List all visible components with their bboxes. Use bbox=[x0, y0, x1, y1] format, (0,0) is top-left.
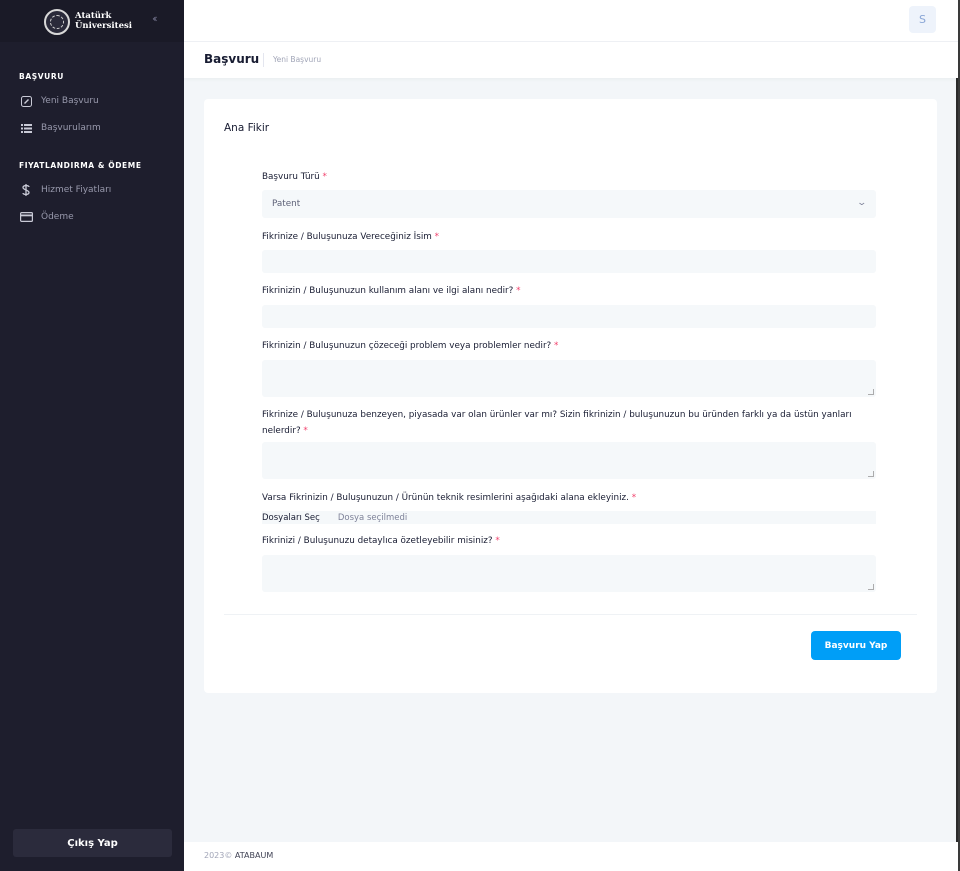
submit-application-button[interactable]: Başvuru Yap bbox=[811, 631, 901, 660]
list-icon bbox=[19, 122, 33, 134]
collapse-sidebar-icon[interactable]: ‹‹ bbox=[152, 12, 158, 25]
chevron-down-icon: ⌄ bbox=[856, 198, 868, 208]
file-status: Dosya seçilmedi bbox=[337, 512, 408, 523]
sidebar-item-basvurularim[interactable]: Başvurularım bbox=[19, 122, 101, 134]
summary-label: Fikrinizi / Buluşunuzu detaylıca özetley… bbox=[262, 536, 500, 546]
logout-button[interactable]: Çıkış Yap bbox=[13, 829, 172, 857]
sidebar-item-yeni-basvuru[interactable]: Yeni Başvuru bbox=[19, 95, 99, 107]
brand-name: Atatürk Üniversitesi bbox=[75, 11, 133, 31]
similar-products-textarea[interactable] bbox=[262, 442, 876, 479]
price-tag-icon bbox=[19, 184, 33, 196]
application-type-select[interactable]: Patent ⌄ bbox=[262, 190, 876, 218]
problem-label: Fikrinizin / Buluşunuzun çözeceği proble… bbox=[262, 341, 559, 351]
sidebar-item-odeme[interactable]: Ödeme bbox=[19, 211, 74, 223]
user-avatar[interactable]: S bbox=[909, 6, 936, 33]
card-title: Ana Fikir bbox=[224, 122, 270, 134]
breadcrumb: Başvuru Yeni Başvuru bbox=[184, 42, 958, 78]
sidebar: Atatürk Üniversitesi ‹‹ BAŞVURU Yeni Baş… bbox=[0, 0, 184, 871]
page-title: Başvuru bbox=[204, 52, 260, 66]
problem-textarea[interactable] bbox=[262, 360, 876, 397]
footer-link[interactable]: ATABAUM bbox=[235, 851, 273, 860]
usage-area-input[interactable] bbox=[262, 305, 876, 328]
breadcrumb-separator bbox=[263, 53, 264, 67]
credit-card-icon bbox=[19, 211, 33, 223]
brand[interactable]: Atatürk Üniversitesi ‹‹ bbox=[0, 0, 184, 42]
card-divider bbox=[224, 614, 917, 615]
application-form-card: Ana Fikir Başvuru Türü * Patent ⌄ Fikrin… bbox=[204, 99, 937, 693]
choose-files-button[interactable]: Dosyaları Seç bbox=[262, 513, 338, 523]
footer: 2023© ATABAUM bbox=[184, 842, 958, 871]
sidebar-section-fiyatlandirma: FIYATLANDIRMA & ÖDEME bbox=[19, 161, 142, 170]
application-type-label: Başvuru Türü * bbox=[262, 172, 327, 182]
app-frame: Atatürk Üniversitesi ‹‹ BAŞVURU Yeni Baş… bbox=[0, 0, 958, 871]
usage-area-label: Fikrinizin / Buluşunuzun kullanım alanı … bbox=[262, 286, 521, 296]
idea-name-input[interactable] bbox=[262, 250, 876, 273]
idea-name-label: Fikrinize / Buluşunuza Vereceğiniz İsim … bbox=[262, 232, 440, 242]
university-logo-icon bbox=[44, 9, 70, 35]
top-header: S bbox=[184, 0, 958, 42]
footer-copyright: 2023© ATABAUM bbox=[204, 851, 274, 860]
summary-textarea[interactable] bbox=[262, 555, 876, 592]
technical-images-label: Varsa Fikrinizin / Buluşunuzun / Ürünün … bbox=[262, 493, 637, 503]
file-upload-input[interactable]: Dosyaları Seç Dosya seçilmedi bbox=[262, 511, 876, 524]
sidebar-section-basvuru: BAŞVURU bbox=[19, 72, 64, 81]
breadcrumb-current: Yeni Başvuru bbox=[273, 55, 322, 64]
resize-handle-icon[interactable] bbox=[868, 471, 874, 477]
new-doc-icon bbox=[19, 95, 33, 107]
sidebar-item-hizmet-fiyatlari[interactable]: Hizmet Fiyatları bbox=[19, 184, 111, 196]
similar-products-label: Fikrinize / Buluşunuza benzeyen, piyasad… bbox=[262, 410, 852, 436]
resize-handle-icon[interactable] bbox=[868, 584, 874, 590]
resize-handle-icon[interactable] bbox=[868, 389, 874, 395]
